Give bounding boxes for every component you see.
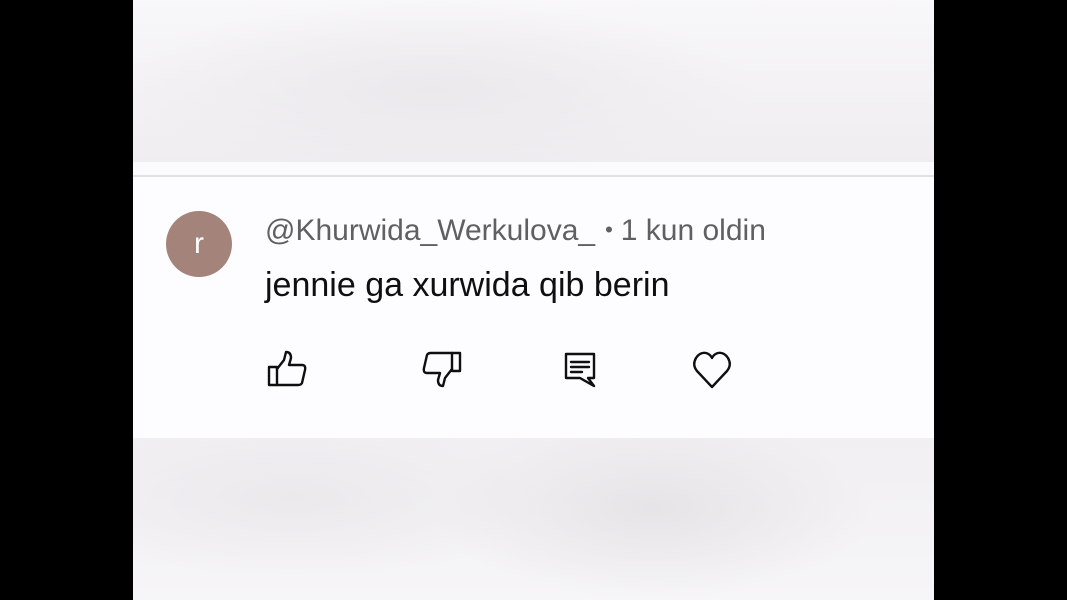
reply-button[interactable]	[557, 347, 603, 393]
thumbs-up-icon	[267, 350, 307, 387]
heart-button[interactable]	[689, 347, 735, 393]
reply-icon	[564, 352, 596, 388]
comment-text: jennie ga xurwida qib berin	[265, 266, 670, 304]
divider-band	[133, 162, 934, 176]
comment-card: r @Khurwida_Werkulova_ • 1 kun oldin jenni…	[133, 177, 934, 438]
like-button[interactable]	[264, 347, 310, 393]
blurred-background-bottom	[133, 438, 934, 600]
avatar[interactable]: r	[166, 211, 232, 277]
timestamp: 1 kun oldin	[620, 214, 766, 247]
comment-meta: @Khurwida_Werkulova_ • 1 kun oldin	[265, 210, 766, 251]
author-name[interactable]: @Khurwida_Werkulova_	[265, 214, 595, 247]
video-frame: r @Khurwida_Werkulova_ • 1 kun oldin jenni…	[133, 0, 934, 600]
dislike-button[interactable]	[419, 347, 465, 393]
thumbs-down-icon	[422, 351, 462, 388]
heart-icon	[693, 351, 731, 389]
blurred-background-top	[133, 0, 934, 162]
meta-separator: •	[605, 217, 613, 242]
